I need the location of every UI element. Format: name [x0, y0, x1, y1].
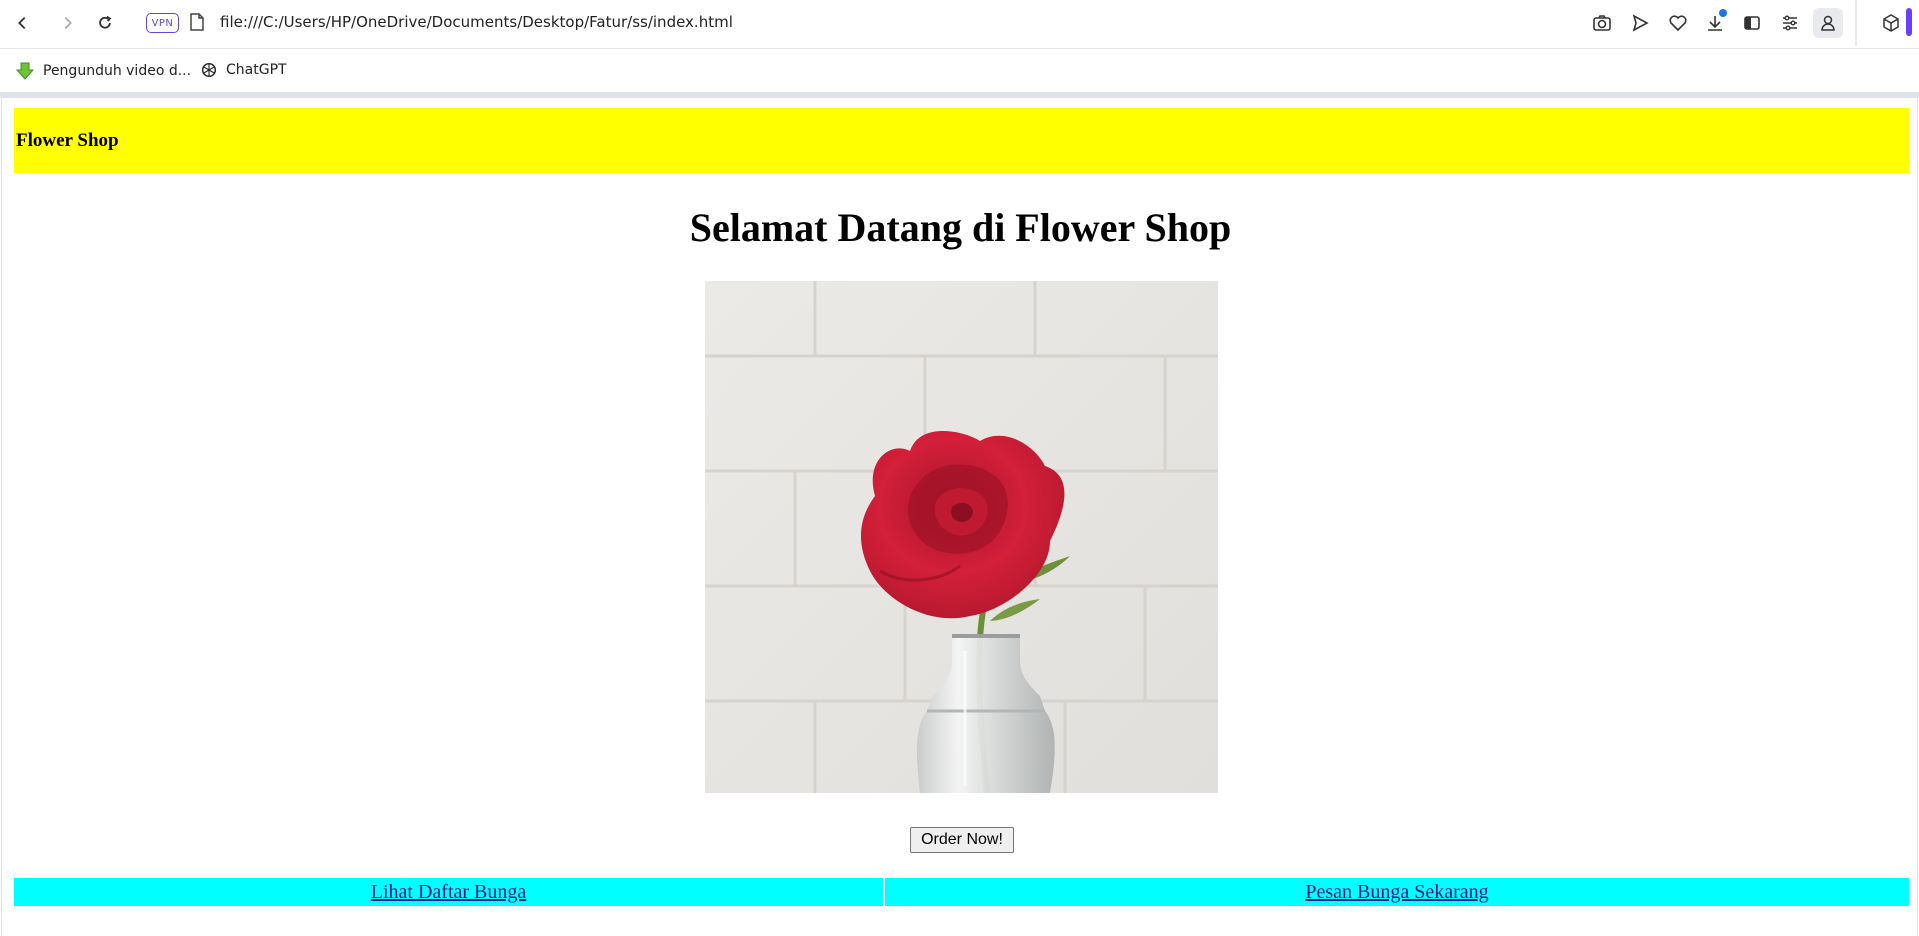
download-arrow-icon: [15, 62, 35, 80]
file-icon: [190, 13, 204, 31]
bookmarks-bar: Pengunduh video d... ChatGPT: [0, 48, 1919, 92]
camera-icon: [1593, 15, 1611, 31]
download-indicator: [1719, 9, 1727, 17]
address-bar[interactable]: file:///C:/Users/HP/OneDrive/Documents/D…: [220, 13, 733, 31]
reload-icon: [99, 15, 112, 29]
forward-arrow-icon: [64, 16, 72, 30]
send-icon: [1632, 14, 1649, 32]
sidebar-icon: [1744, 16, 1760, 30]
nav-links-table: Lihat Daftar Bunga Pesan Bunga Sekarang: [14, 878, 1909, 906]
downloads-button[interactable]: [1703, 9, 1727, 35]
nav-cell-order: Pesan Bunga Sekarang: [885, 878, 1909, 906]
sidebar-accent-bar[interactable]: [1906, 8, 1912, 36]
extensions-button[interactable]: [1879, 11, 1903, 35]
heart-icon: [1669, 15, 1687, 32]
back-arrow-icon: [18, 16, 26, 30]
snapshot-button[interactable]: [1590, 11, 1614, 35]
user-icon: [1821, 15, 1835, 31]
bookmark-label: ChatGPT: [226, 62, 287, 78]
sidebar-toggle-button[interactable]: [1740, 11, 1764, 35]
send-button[interactable]: [1628, 11, 1652, 35]
browser-toolbar: VPN file:///C:/Users/HP/OneDrive/Documen…: [0, 0, 1919, 46]
back-button[interactable]: [7, 8, 37, 38]
welcome-heading: Selamat Datang di Flower Shop: [689, 205, 1232, 250]
bookmark-chatgpt[interactable]: ChatGPT: [200, 61, 287, 79]
order-now-button[interactable]: Order Now!: [910, 827, 1014, 853]
cube-icon: [1883, 14, 1899, 32]
site-title: Flower Shop: [16, 129, 119, 151]
bookmark-video-downloader[interactable]: Pengunduh video d...: [15, 61, 191, 81]
nav-cell-flower-list: Lihat Daftar Bunga: [14, 878, 883, 906]
site-header: Flower Shop: [14, 108, 1909, 173]
link-order-flowers[interactable]: Pesan Bunga Sekarang: [1305, 881, 1488, 904]
chatgpt-icon: [201, 62, 217, 78]
forward-button[interactable]: [53, 8, 83, 38]
reload-button[interactable]: [90, 8, 120, 38]
easy-setup-button[interactable]: [1778, 11, 1802, 35]
vpn-badge[interactable]: VPN: [146, 13, 179, 33]
web-page: Flower Shop Selamat Datang di Flower Sho…: [1, 98, 1918, 936]
settings-sliders-icon: [1783, 15, 1797, 31]
favorites-button[interactable]: [1666, 11, 1690, 35]
rose-image: [705, 281, 1218, 793]
link-flower-list[interactable]: Lihat Daftar Bunga: [371, 881, 527, 904]
bookmark-label: Pengunduh video d...: [43, 63, 192, 79]
profile-button[interactable]: [1813, 8, 1843, 38]
